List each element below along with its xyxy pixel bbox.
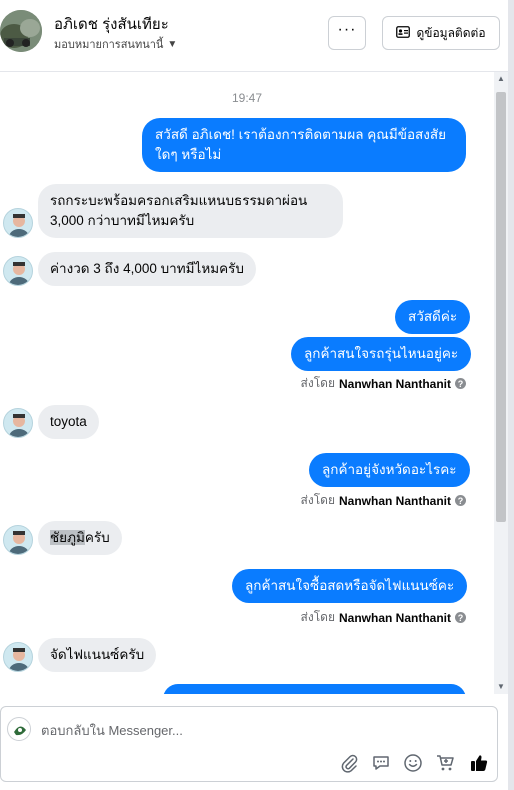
cart-icon[interactable] [433, 751, 457, 775]
outgoing-message-partial[interactable] [163, 684, 466, 694]
sent-by-name: Nanwhan Nanthanit [338, 610, 451, 625]
outgoing-message[interactable]: ลูกค้าสนใจรถรุ่นไหนอยู่คะ [291, 337, 472, 371]
incoming-message[interactable]: toyota [38, 405, 99, 439]
customer-name: อภิเดช รุ่งสันเทียะ [54, 16, 169, 33]
incoming-message[interactable]: ค่างวด 3 ถึง 4,000 บาทมีไหมครับ [38, 252, 256, 286]
sent-by-name: Nanwhan Nanthanit [338, 376, 451, 391]
customer-avatar-small [3, 525, 33, 555]
sent-by-prefix: ส่งโดย [300, 376, 335, 390]
sent-by-name: Nanwhan Nanthanit [338, 493, 451, 508]
scrollbar-thumb[interactable] [496, 92, 506, 522]
scroll-up-arrow[interactable]: ▲ [496, 74, 506, 84]
customer-avatar-small [3, 256, 33, 286]
incoming-message[interactable]: รถกระบะพร้อมครอกเสริมแหนบธรรมดาผ่อน 3,00… [38, 184, 343, 238]
customer-avatar[interactable] [0, 10, 42, 52]
chevron-down-icon: ▼ [167, 38, 178, 50]
incoming-message[interactable]: จัดไฟแนนซ์ครับ [38, 638, 157, 672]
message-composer [0, 706, 498, 782]
conversation-header: อภิเดช รุ่งสันเทียะ มอบหมายการสนทนานี้ ▼… [0, 0, 514, 72]
help-icon[interactable]: ? [455, 612, 466, 623]
assign-label: มอบหมายการสนทนานี้ [54, 39, 164, 51]
help-icon[interactable]: ? [455, 495, 466, 506]
panel-divider [508, 0, 514, 790]
saved-reply-icon[interactable] [369, 751, 393, 775]
outgoing-message[interactable]: ลูกค้าอยู่จังหวัดอะไรคะ [309, 453, 470, 487]
sent-by-label: ส่งโดย Nanwhan Nanthanit ? [301, 608, 466, 627]
reply-input[interactable] [41, 719, 481, 741]
assign-conversation-dropdown[interactable]: มอบหมายการสนทนานี้ ▼ [54, 35, 177, 53]
outgoing-message[interactable]: สวัสดีค่ะ [395, 300, 471, 334]
customer-avatar-small [3, 408, 33, 438]
help-icon[interactable]: ? [455, 378, 466, 389]
contact-card-icon [396, 25, 411, 41]
customer-avatar-small [3, 642, 33, 672]
outgoing-message[interactable]: ลูกค้าสนใจซื้อสดหรือจัดไฟแนนซ์คะ [232, 569, 468, 603]
sent-by-prefix: ส่งโดย [300, 493, 335, 507]
sent-by-prefix: ส่งโดย [300, 610, 335, 624]
more-options-button[interactable]: ··· [328, 16, 366, 50]
like-icon[interactable] [467, 751, 491, 775]
message-timestamp: 19:47 [231, 91, 263, 105]
message-text: ครับ [84, 530, 110, 545]
attachment-icon[interactable] [337, 751, 361, 775]
incoming-message[interactable]: ชัยภูมิครับ [38, 521, 122, 555]
page-avatar [7, 717, 31, 741]
message-thread[interactable]: 19:47 สวัสดี อภิเดช! เราต้องการติดตามผล … [0, 72, 494, 694]
outgoing-message[interactable]: สวัสดี อภิเดช! เราต้องการติดตามผล คุณมีข… [142, 118, 466, 172]
highlighted-text: ชัยภูมิ [50, 530, 85, 545]
emoji-icon[interactable] [401, 751, 425, 775]
sent-by-label: ส่งโดย Nanwhan Nanthanit ? [301, 374, 466, 393]
ellipsis-icon: ··· [337, 21, 357, 38]
sent-by-label: ส่งโดย Nanwhan Nanthanit ? [301, 491, 466, 510]
view-contact-label: ดูข้อมูลติดต่อ [416, 25, 486, 40]
customer-avatar-small [3, 208, 33, 238]
view-contact-button[interactable]: ดูข้อมูลติดต่อ [382, 16, 500, 50]
scroll-down-arrow[interactable]: ▼ [496, 682, 506, 692]
